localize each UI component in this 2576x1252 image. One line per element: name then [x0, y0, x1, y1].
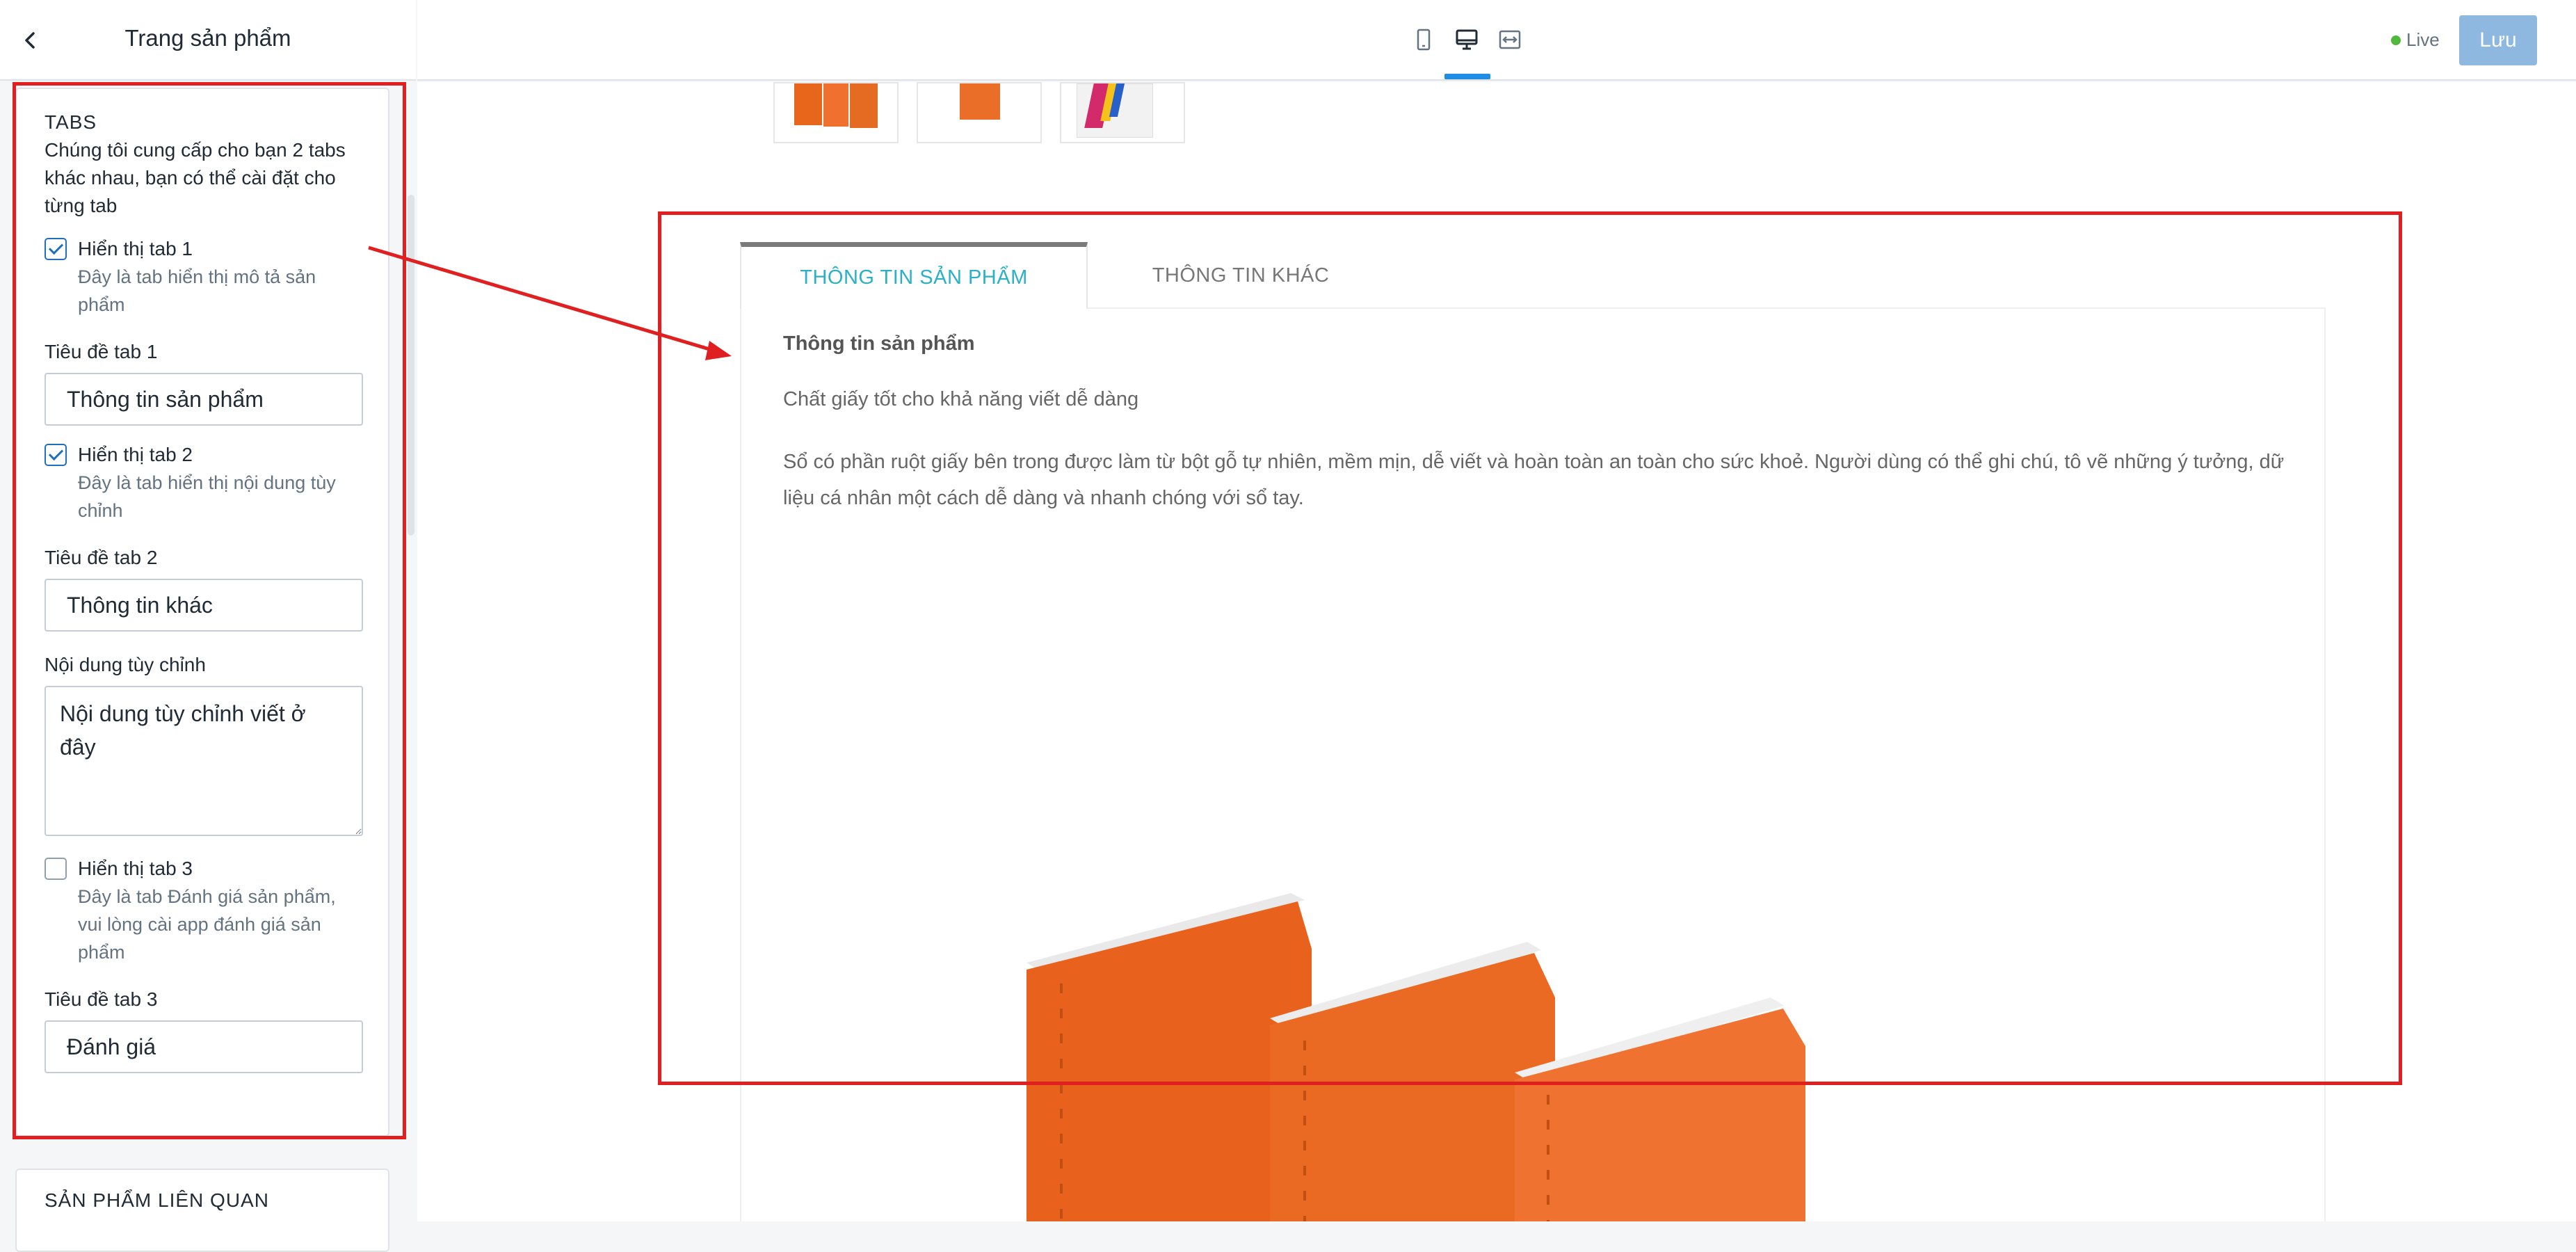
live-label: Live: [2406, 29, 2440, 50]
product-thumbnail-3[interactable]: [1060, 82, 1185, 143]
tab-product-info[interactable]: THÔNG TIN SẢN PHẨM: [740, 242, 1088, 309]
live-dot-icon: [2391, 35, 2401, 45]
product-thumbnail-2[interactable]: [917, 82, 1042, 143]
annotation-box-right: [658, 211, 2402, 1085]
preview-topbar: Live Lưu: [417, 0, 2576, 81]
active-device-indicator: [1444, 74, 1490, 79]
full-width-icon[interactable]: [1498, 28, 1522, 51]
sidebar-title: Trang sản phẩm: [124, 25, 291, 51]
sidebar-scrollbar-thumb[interactable]: [408, 195, 414, 536]
save-button[interactable]: Lưu: [2459, 15, 2537, 65]
product-thumbnail-1[interactable]: [773, 82, 899, 143]
sidebar-header: Trang sản phẩm: [0, 0, 416, 81]
related-products-card[interactable]: SẢN PHẨM LIÊN QUAN: [15, 1169, 389, 1252]
desktop-icon[interactable]: [1455, 28, 1479, 51]
live-status: Live: [2391, 29, 2440, 51]
related-products-heading: SẢN PHẨM LIÊN QUAN: [45, 1189, 269, 1211]
annotation-box-left: [13, 82, 406, 1139]
mobile-icon[interactable]: [1412, 28, 1435, 51]
